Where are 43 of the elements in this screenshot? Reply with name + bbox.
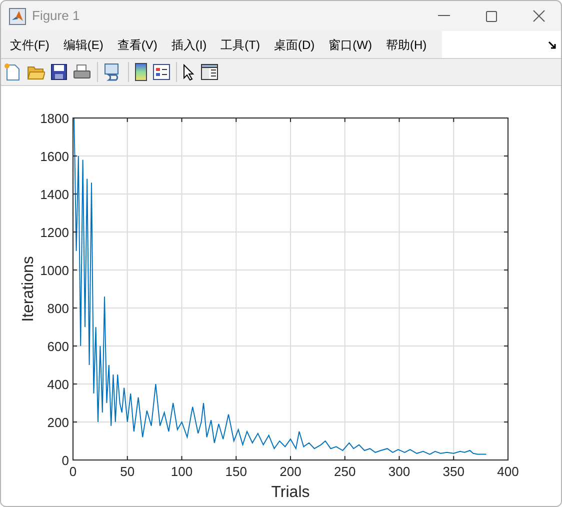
maximize-icon[interactable] bbox=[486, 10, 497, 22]
y-tick-label: 1800 bbox=[40, 111, 69, 126]
menu-item[interactable]: 桌面(D) bbox=[266, 36, 322, 54]
y-tick-label: 600 bbox=[47, 339, 69, 354]
save-icon[interactable] bbox=[51, 64, 67, 80]
y-tick-label: 1000 bbox=[40, 263, 69, 278]
menu-item[interactable]: 编辑(E) bbox=[56, 36, 110, 54]
y-tick-label: 1400 bbox=[40, 187, 69, 202]
legend-icon[interactable] bbox=[153, 64, 170, 80]
arrow-icon[interactable] bbox=[548, 40, 556, 48]
colorbar-icon[interactable] bbox=[135, 63, 147, 81]
folder-icon[interactable] bbox=[27, 64, 45, 80]
y-tick-label: 0 bbox=[62, 453, 69, 468]
menu-item[interactable]: 查看(V) bbox=[110, 36, 164, 54]
window-title: Figure 1 bbox=[32, 7, 80, 26]
menu-item[interactable]: 工具(T) bbox=[214, 36, 267, 54]
new-file-icon[interactable] bbox=[4, 63, 21, 81]
x-axis-label: Trials bbox=[271, 484, 310, 501]
x-tick-label: 350 bbox=[442, 464, 464, 479]
x-tick-label: 400 bbox=[497, 464, 519, 479]
menu-item[interactable]: 窗口(W) bbox=[322, 36, 379, 54]
printer-icon[interactable] bbox=[73, 64, 91, 80]
x-tick-label: 300 bbox=[388, 464, 410, 479]
menu-item[interactable]: 文件(F) bbox=[3, 36, 56, 54]
panel-icon[interactable] bbox=[201, 64, 218, 80]
y-tick-label: 400 bbox=[47, 377, 69, 392]
y-axis-label: Iterations bbox=[20, 256, 37, 322]
x-tick-label: 250 bbox=[334, 464, 356, 479]
y-tick-label: 800 bbox=[47, 301, 69, 316]
minimize-icon[interactable] bbox=[438, 15, 450, 17]
menu-item[interactable]: 帮助(H) bbox=[378, 36, 434, 54]
y-tick-label: 1200 bbox=[40, 225, 69, 240]
menu-item[interactable]: 插入(I) bbox=[164, 36, 214, 54]
y-tick-label: 200 bbox=[47, 415, 69, 430]
cursor-icon[interactable] bbox=[183, 64, 195, 80]
x-tick-label: 50 bbox=[120, 464, 135, 479]
close-icon[interactable] bbox=[533, 10, 545, 22]
x-tick-label: 150 bbox=[225, 464, 247, 479]
app-logo-icon bbox=[9, 8, 26, 24]
x-tick-label: 0 bbox=[69, 464, 77, 479]
y-tick-label: 1600 bbox=[40, 149, 69, 164]
x-tick-label: 200 bbox=[280, 464, 302, 479]
x-tick-label: 100 bbox=[170, 464, 193, 479]
